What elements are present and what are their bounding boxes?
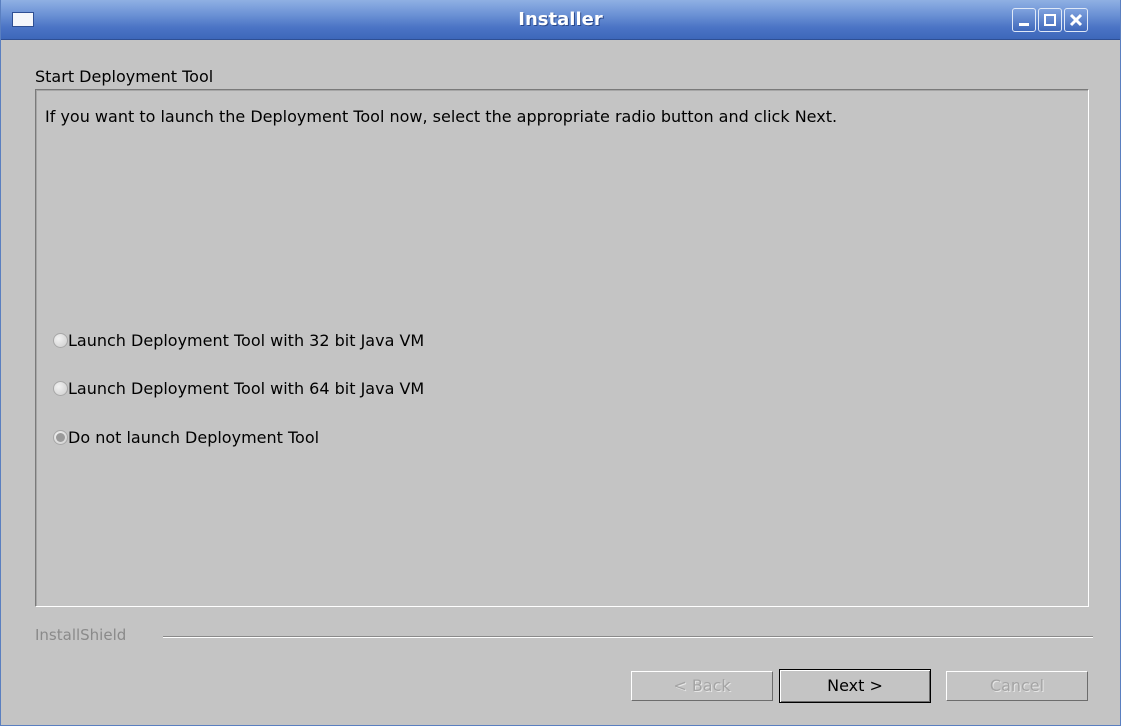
maximize-icon [1044,14,1056,26]
next-button[interactable]: Next > [779,669,931,703]
radio-option-32bit[interactable]: Launch Deployment Tool with 32 bit Java … [53,329,424,351]
close-icon [1069,13,1083,27]
radio-label-do-not-launch: Do not launch Deployment Tool [68,427,320,447]
instructions-text: If you want to launch the Deployment Too… [45,107,838,126]
title-bar[interactable]: Installer [1,0,1120,40]
maximize-button[interactable] [1038,8,1062,32]
page-heading: Start Deployment Tool [35,67,214,86]
brand-separator: InstallShield [35,626,1093,646]
content-panel: If you want to launch the Deployment Too… [35,89,1089,607]
minimize-button[interactable] [1012,8,1036,32]
radio-button-do-not-launch[interactable] [53,429,68,445]
separator-line [163,636,1093,638]
radio-button-64bit[interactable] [53,380,68,396]
minimize-icon [1019,23,1029,26]
radio-option-do-not-launch[interactable]: Do not launch Deployment Tool [53,426,319,448]
radio-label-32bit: Launch Deployment Tool with 32 bit Java … [68,330,425,350]
installer-window: Installer Start Deployment Tool If you w… [0,0,1121,726]
window-title: Installer [518,9,603,30]
radio-button-32bit[interactable] [53,332,68,348]
cancel-button[interactable]: Cancel [946,671,1088,701]
installshield-brand: InstallShield [35,626,127,644]
back-button[interactable]: < Back [631,671,773,701]
close-button[interactable] [1064,8,1088,32]
radio-option-64bit[interactable]: Launch Deployment Tool with 64 bit Java … [53,377,424,399]
radio-label-64bit: Launch Deployment Tool with 64 bit Java … [68,378,425,398]
